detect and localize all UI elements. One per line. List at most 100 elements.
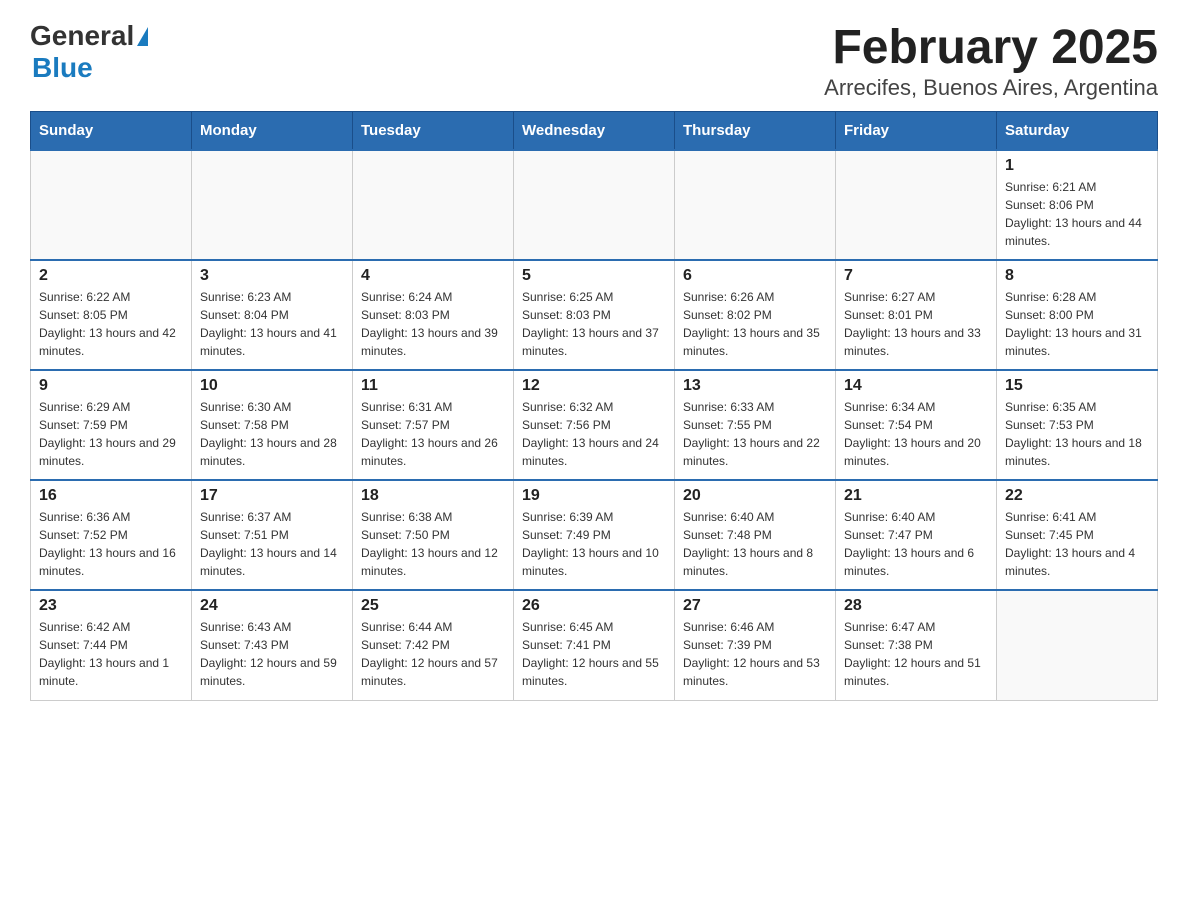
day-info: Sunrise: 6:24 AM Sunset: 8:03 PM Dayligh… [361,288,505,360]
day-cell: 8 Sunrise: 6:28 AM Sunset: 8:00 PM Daylig… [997,260,1158,370]
week-row-2: 2Sunrise: 6:22 AM Sunset: 8:05 PM Daylig… [31,260,1158,370]
calendar-subtitle: Arrecifes, Buenos Aires, Argentina [824,75,1158,101]
day-number: 28 [844,597,988,615]
day-info: Sunrise: 6:28 AM Sunset: 8:00 PM Dayligh… [1005,288,1149,360]
day-cell: 6 Sunrise: 6:26 AM Sunset: 8:02 PM Daylig… [675,260,836,370]
day-cell: 27Sunrise: 6:46 AM Sunset: 7:39 PM Dayli… [675,590,836,700]
day-number: 8 [1005,267,1149,285]
calendar-title: February 2025 [824,20,1158,75]
day-info: Sunrise: 6:26 AM Sunset: 8:02 PM Dayligh… [683,288,827,360]
day-cell [675,150,836,260]
day-number: 10 [200,377,344,395]
day-number: 25 [361,597,505,615]
logo-blue-text: Blue [32,52,93,84]
day-cell: 13 Sunrise: 6:33 AM Sunset: 7:55 PM Dayli… [675,370,836,480]
week-row-1: 1 Sunrise: 6:21 AM Sunset: 8:06 PM Daylig… [31,150,1158,260]
day-cell: 19 Sunrise: 6:39 AM Sunset: 7:49 PM Dayli… [514,480,675,590]
day-cell: 3 Sunrise: 6:23 AM Sunset: 8:04 PM Daylig… [192,260,353,370]
day-number: 22 [1005,487,1149,505]
day-cell: 17 Sunrise: 6:37 AM Sunset: 7:51 PM Dayli… [192,480,353,590]
day-number: 17 [200,487,344,505]
calendar-header: SundayMondayTuesdayWednesdayThursdayFrid… [31,112,1158,151]
day-number: 16 [39,487,183,505]
day-info: Sunrise: 6:40 AM Sunset: 7:48 PM Dayligh… [683,508,827,580]
week-row-3: 9 Sunrise: 6:29 AM Sunset: 7:59 PM Daylig… [31,370,1158,480]
day-info: Sunrise: 6:21 AM Sunset: 8:06 PM Dayligh… [1005,178,1149,250]
day-number: 13 [683,377,827,395]
day-cell: 1 Sunrise: 6:21 AM Sunset: 8:06 PM Daylig… [997,150,1158,260]
day-info: Sunrise: 6:33 AM Sunset: 7:55 PM Dayligh… [683,398,827,470]
day-info: Sunrise: 6:25 AM Sunset: 8:03 PM Dayligh… [522,288,666,360]
day-cell: 21Sunrise: 6:40 AM Sunset: 7:47 PM Dayli… [836,480,997,590]
day-info: Sunrise: 6:34 AM Sunset: 7:54 PM Dayligh… [844,398,988,470]
day-info: Sunrise: 6:40 AM Sunset: 7:47 PM Dayligh… [844,508,988,580]
logo-general-text: General [30,20,134,52]
day-cell: 16 Sunrise: 6:36 AM Sunset: 7:52 PM Dayli… [31,480,192,590]
page-header: General Blue February 2025 Arrecifes, Bu… [30,20,1158,101]
day-cell: 25 Sunrise: 6:44 AM Sunset: 7:42 PM Dayli… [353,590,514,700]
day-info: Sunrise: 6:29 AM Sunset: 7:59 PM Dayligh… [39,398,183,470]
day-cell: 2Sunrise: 6:22 AM Sunset: 8:05 PM Daylig… [31,260,192,370]
title-block: February 2025 Arrecifes, Buenos Aires, A… [824,20,1158,101]
header-cell-friday: Friday [836,112,997,151]
day-number: 1 [1005,157,1149,175]
day-info: Sunrise: 6:39 AM Sunset: 7:49 PM Dayligh… [522,508,666,580]
day-info: Sunrise: 6:44 AM Sunset: 7:42 PM Dayligh… [361,618,505,690]
calendar-body: 1 Sunrise: 6:21 AM Sunset: 8:06 PM Daylig… [31,150,1158,700]
day-cell: 5 Sunrise: 6:25 AM Sunset: 8:03 PM Daylig… [514,260,675,370]
day-number: 24 [200,597,344,615]
calendar-table: SundayMondayTuesdayWednesdayThursdayFrid… [30,111,1158,701]
day-number: 12 [522,377,666,395]
day-info: Sunrise: 6:38 AM Sunset: 7:50 PM Dayligh… [361,508,505,580]
day-cell: 7Sunrise: 6:27 AM Sunset: 8:01 PM Daylig… [836,260,997,370]
day-info: Sunrise: 6:32 AM Sunset: 7:56 PM Dayligh… [522,398,666,470]
header-cell-sunday: Sunday [31,112,192,151]
day-cell [192,150,353,260]
day-number: 9 [39,377,183,395]
day-number: 23 [39,597,183,615]
day-info: Sunrise: 6:47 AM Sunset: 7:38 PM Dayligh… [844,618,988,690]
week-row-4: 16 Sunrise: 6:36 AM Sunset: 7:52 PM Dayli… [31,480,1158,590]
day-info: Sunrise: 6:31 AM Sunset: 7:57 PM Dayligh… [361,398,505,470]
day-number: 7 [844,267,988,285]
day-cell: 15Sunrise: 6:35 AM Sunset: 7:53 PM Dayli… [997,370,1158,480]
header-row: SundayMondayTuesdayWednesdayThursdayFrid… [31,112,1158,151]
week-row-5: 23 Sunrise: 6:42 AM Sunset: 7:44 PM Dayli… [31,590,1158,700]
day-cell: 20 Sunrise: 6:40 AM Sunset: 7:48 PM Dayli… [675,480,836,590]
day-cell: 24Sunrise: 6:43 AM Sunset: 7:43 PM Dayli… [192,590,353,700]
day-number: 14 [844,377,988,395]
day-info: Sunrise: 6:46 AM Sunset: 7:39 PM Dayligh… [683,618,827,690]
day-cell: 22 Sunrise: 6:41 AM Sunset: 7:45 PM Dayli… [997,480,1158,590]
header-cell-thursday: Thursday [675,112,836,151]
day-info: Sunrise: 6:36 AM Sunset: 7:52 PM Dayligh… [39,508,183,580]
day-number: 6 [683,267,827,285]
day-number: 2 [39,267,183,285]
day-number: 19 [522,487,666,505]
day-cell: 14 Sunrise: 6:34 AM Sunset: 7:54 PM Dayli… [836,370,997,480]
day-number: 20 [683,487,827,505]
day-cell: 12 Sunrise: 6:32 AM Sunset: 7:56 PM Dayli… [514,370,675,480]
logo: General Blue [30,20,148,84]
day-cell [353,150,514,260]
day-number: 3 [200,267,344,285]
day-info: Sunrise: 6:42 AM Sunset: 7:44 PM Dayligh… [39,618,183,690]
day-number: 26 [522,597,666,615]
day-cell [514,150,675,260]
day-cell: 9 Sunrise: 6:29 AM Sunset: 7:59 PM Daylig… [31,370,192,480]
day-number: 4 [361,267,505,285]
day-info: Sunrise: 6:41 AM Sunset: 7:45 PM Dayligh… [1005,508,1149,580]
day-info: Sunrise: 6:35 AM Sunset: 7:53 PM Dayligh… [1005,398,1149,470]
header-cell-tuesday: Tuesday [353,112,514,151]
day-cell [836,150,997,260]
day-info: Sunrise: 6:37 AM Sunset: 7:51 PM Dayligh… [200,508,344,580]
header-cell-wednesday: Wednesday [514,112,675,151]
day-cell [997,590,1158,700]
day-number: 5 [522,267,666,285]
day-info: Sunrise: 6:30 AM Sunset: 7:58 PM Dayligh… [200,398,344,470]
day-cell: 11Sunrise: 6:31 AM Sunset: 7:57 PM Dayli… [353,370,514,480]
day-cell: 4 Sunrise: 6:24 AM Sunset: 8:03 PM Daylig… [353,260,514,370]
logo-triangle-icon [137,27,148,46]
day-info: Sunrise: 6:23 AM Sunset: 8:04 PM Dayligh… [200,288,344,360]
header-cell-monday: Monday [192,112,353,151]
header-cell-saturday: Saturday [997,112,1158,151]
